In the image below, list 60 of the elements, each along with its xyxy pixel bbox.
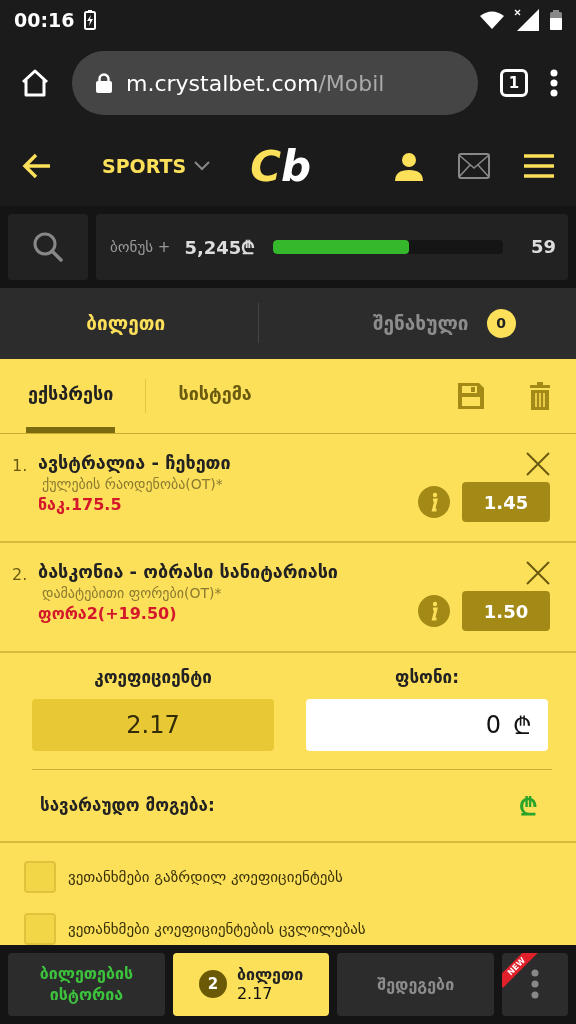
history-button[interactable]: ბილეთების ისტორია [8, 952, 165, 1016]
sports-menu[interactable]: SPORTS [102, 155, 211, 178]
possible-win-label: სავარაუდო მოგება: [40, 795, 215, 816]
overflow-menu-icon[interactable] [550, 69, 558, 98]
bet-slip-button[interactable]: 2 ბილეთი 2.17 [172, 952, 330, 1016]
tab[interactable]: შენახული 0 [258, 287, 576, 359]
search-button[interactable] [8, 214, 88, 280]
close-icon[interactable] [526, 561, 550, 586]
bet-type-tab[interactable]: ექსპრესი [26, 358, 116, 434]
checkbox-label: ვეთანხმები კოეფიციენტების ცვლილებას [68, 919, 366, 938]
stake-label: ფსონი: [394, 666, 459, 687]
lock-icon [96, 73, 112, 94]
checkbox[interactable] [24, 860, 56, 893]
mail-icon[interactable] [458, 153, 490, 180]
tab-count-button[interactable]: 1 [500, 69, 528, 98]
logo[interactable]: Cb [250, 142, 312, 191]
possible-win-value: ₾ [519, 791, 538, 822]
bonus-amount: 5,245₾ [184, 235, 256, 259]
checkbox-label: ვეთანხმები გაზრდილ კოეფიციენტებს [68, 867, 343, 886]
stake-field[interactable]: 0 ₾ [306, 698, 548, 751]
chevron-down-icon [194, 161, 211, 172]
results-button[interactable]: შედეგები [337, 952, 495, 1016]
slip-odds: 2.17 [236, 984, 273, 1004]
odds-label: კოეფიციენტი [94, 666, 212, 687]
wifi-icon [480, 10, 504, 29]
count-badge: 0 [486, 308, 516, 338]
bet-number: 1. [12, 455, 29, 478]
market-name: ქულების რაოდენობა(OT)* [41, 476, 224, 493]
slip-label: ბილეთი [236, 965, 304, 985]
match-name: ბასკონია - ობრასი სანიტარიასი [38, 561, 339, 583]
close-icon[interactable] [526, 452, 550, 477]
bet-pick: ფორა2(+19.50) [38, 604, 178, 624]
battery-icon [550, 9, 562, 30]
checkbox[interactable] [24, 912, 56, 945]
bet-pick: ნაკ.175.5 [38, 495, 123, 515]
tab[interactable]: ბილეთი [0, 287, 258, 359]
url-host: m.crystalbet.com [126, 70, 319, 96]
total-odds: 2.17 [32, 698, 274, 751]
trash-icon[interactable] [530, 382, 550, 411]
info-icon[interactable] [418, 486, 450, 519]
match-name: ავსტრალია - ჩეხეთი [38, 452, 232, 474]
url-path: /Mobil [318, 70, 385, 96]
menu-icon[interactable] [524, 154, 554, 179]
save-icon[interactable] [458, 383, 484, 410]
back-arrow-icon[interactable] [22, 153, 52, 180]
info-icon[interactable] [418, 595, 450, 628]
signal-icon [514, 8, 540, 31]
battery-charging-icon [84, 9, 97, 30]
user-icon[interactable] [394, 151, 424, 182]
bet-number: 2. [12, 564, 29, 587]
bet-type-tab[interactable]: სისტემა [176, 358, 254, 434]
bonus-reading: 59 [530, 236, 556, 258]
address-bar[interactable]: m.crystalbet.com/Mobil [72, 51, 478, 116]
search-icon [32, 230, 64, 263]
bonus-label: ბონუს + [110, 237, 171, 256]
more-icon [531, 969, 540, 1000]
market-name: დამატებითი ფორები(OT)* [41, 585, 223, 602]
clock: 00:16 [14, 8, 75, 31]
home-icon[interactable] [20, 68, 50, 99]
count-badge: 2 [198, 970, 227, 999]
